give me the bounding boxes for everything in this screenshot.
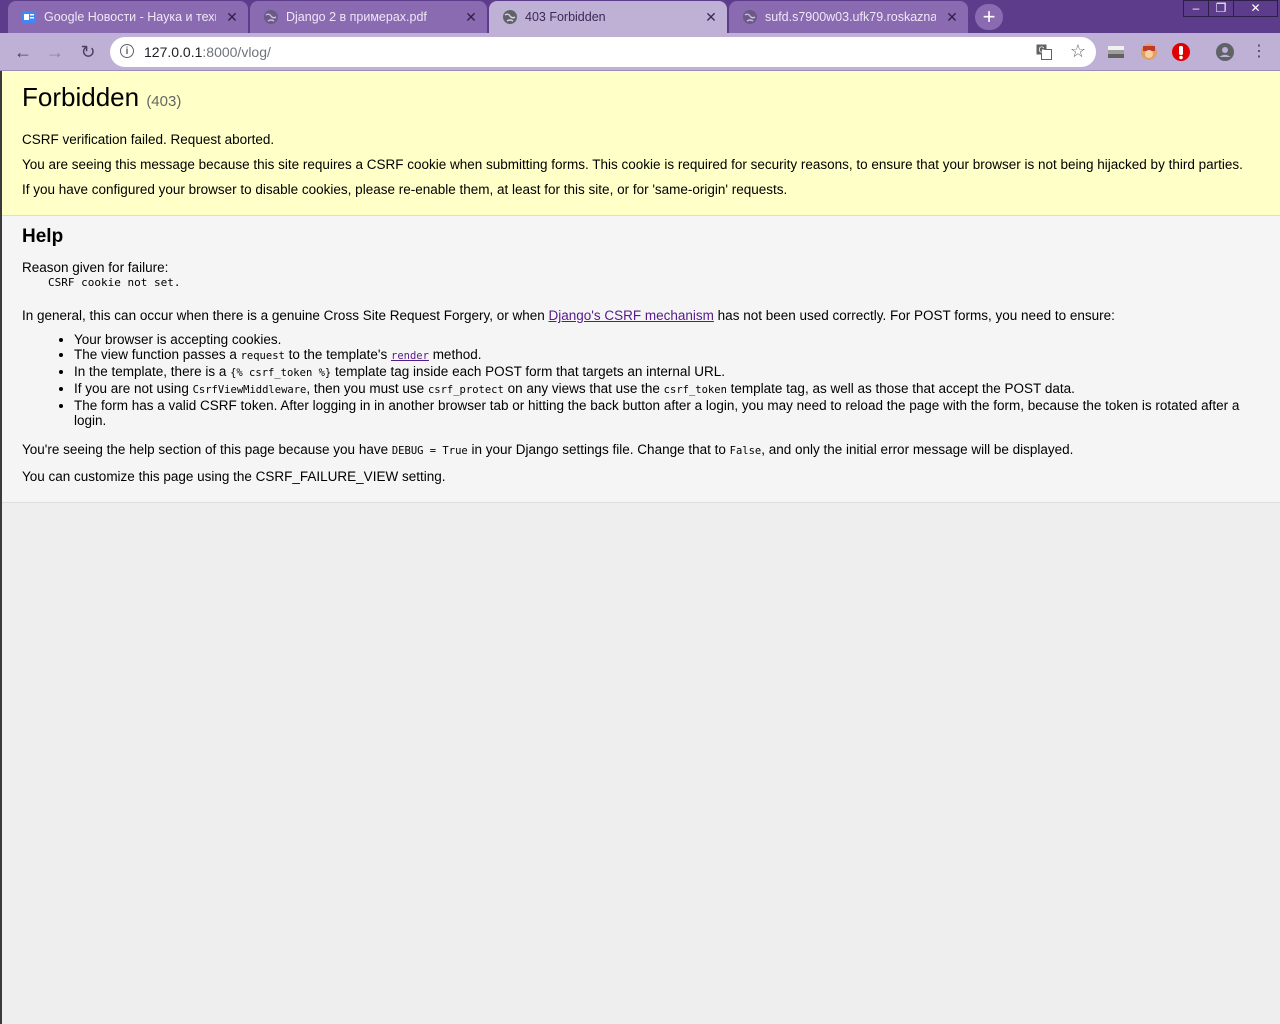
summary-message: CSRF verification failed. Request aborte… — [22, 132, 275, 147]
restore-button[interactable]: ❐ — [1208, 0, 1234, 17]
globe-icon — [264, 10, 278, 24]
globe-icon — [743, 10, 757, 24]
close-icon[interactable]: ✕ — [703, 9, 719, 25]
profile-icon[interactable] — [1215, 42, 1235, 62]
list-item: The view function passes a request to th… — [74, 347, 1260, 364]
tab-google-news[interactable]: Google Новости - Наука и техн ✕ — [8, 1, 248, 33]
tab-title: 403 Forbidden — [525, 10, 606, 24]
summary-cookies-hint: If you have configured your browser to d… — [22, 182, 788, 197]
tab-strip: Google Новости - Наука и техн ✕ Django 2… — [0, 0, 1280, 33]
list-item: Your browser is accepting cookies. — [74, 332, 1260, 347]
menu-dots-icon[interactable]: ⋮ — [1248, 41, 1270, 63]
tab-403-forbidden[interactable]: 403 Forbidden ✕ — [489, 1, 727, 33]
reload-icon[interactable]: ↻ — [77, 41, 99, 63]
minimize-button[interactable]: ‒ — [1183, 0, 1209, 17]
render-docs-link[interactable]: render — [391, 347, 429, 362]
close-icon[interactable]: ✕ — [224, 9, 240, 25]
debug-note: You're seeing the help section of this p… — [22, 442, 1074, 457]
forward-arrow-icon[interactable]: → — [44, 41, 66, 63]
back-arrow-icon[interactable]: ← — [12, 41, 34, 63]
list-item: In the template, there is a {% csrf_toke… — [74, 364, 1260, 381]
close-window-button[interactable]: ✕ — [1233, 0, 1278, 17]
customize-note: You can customize this page using the CS… — [22, 469, 446, 484]
general-explanation: In general, this can occur when there is… — [22, 308, 1115, 323]
browser-toolbar: ← → ↻ i 127.0.0.1:8000/vlog/ G ☆ ⋮ — [0, 33, 1280, 71]
tab-title: Django 2 в примерах.pdf — [286, 10, 427, 24]
globe-icon — [503, 10, 517, 24]
info-icon[interactable]: i — [120, 44, 134, 58]
tab-title: Google Новости - Наука и техн — [44, 10, 216, 24]
list-item: The form has a valid CSRF token. After l… — [74, 398, 1260, 428]
bookmark-star-icon[interactable]: ☆ — [1070, 41, 1086, 61]
list-item: If you are not using CsrfViewMiddleware,… — [74, 381, 1260, 398]
address-bar[interactable]: i 127.0.0.1:8000/vlog/ G ☆ — [110, 37, 1096, 67]
tab-django-pdf[interactable]: Django 2 в примерах.pdf ✕ — [250, 1, 487, 33]
page-title: Forbidden (403) — [22, 82, 182, 112]
adblock-icon[interactable] — [1171, 42, 1191, 62]
flag-extension-icon[interactable] — [1106, 42, 1126, 62]
extension-avatar-icon[interactable] — [1139, 42, 1159, 62]
close-icon[interactable]: ✕ — [463, 9, 479, 25]
summary-explanation: You are seeing this message because this… — [22, 157, 1243, 172]
reason-label: Reason given for failure: — [22, 260, 169, 275]
reason-text: CSRF cookie not set. — [48, 276, 181, 289]
url-text[interactable]: 127.0.0.1:8000/vlog/ — [144, 44, 271, 60]
tab-title: sufd.s7900w03.ufk79.roskazna.lo — [765, 10, 936, 24]
help-heading: Help — [22, 226, 64, 247]
new-tab-button[interactable]: + — [975, 4, 1003, 30]
help-section: Help Reason given for failure: CSRF cook… — [2, 216, 1280, 503]
page-content: Forbidden (403) CSRF verification failed… — [0, 71, 1280, 1024]
google-news-icon — [22, 11, 36, 23]
tab-sufd[interactable]: sufd.s7900w03.ufk79.roskazna.lo ✕ — [729, 1, 968, 33]
status-code: (403) — [146, 93, 182, 110]
close-icon[interactable]: ✕ — [944, 9, 960, 25]
translate-icon[interactable]: G — [1036, 44, 1052, 60]
svg-text:G: G — [1039, 46, 1045, 55]
error-summary: Forbidden (403) CSRF verification failed… — [2, 71, 1280, 216]
csrf-docs-link[interactable]: Django's CSRF mechanism — [549, 308, 714, 323]
checklist: Your browser is accepting cookies. The v… — [22, 332, 1260, 428]
